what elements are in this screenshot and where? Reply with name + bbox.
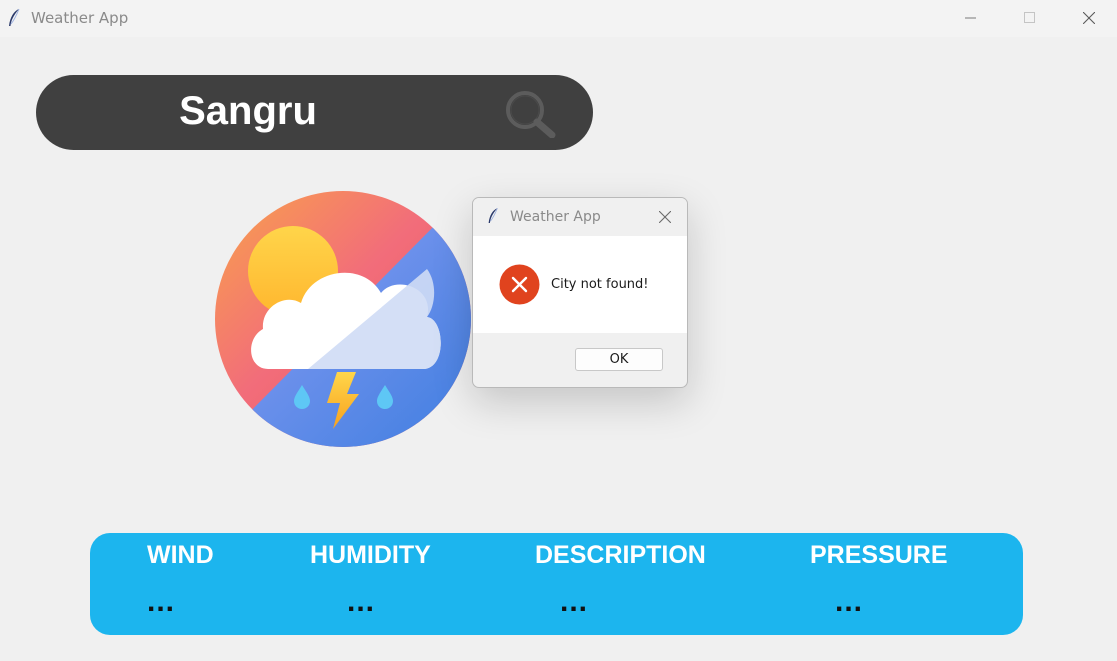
humidity-value: ... — [347, 585, 376, 618]
window-titlebar: Weather App — [0, 0, 1117, 37]
minimize-icon — [965, 17, 976, 19]
feather-icon — [9, 8, 20, 26]
dialog-body: City not found! — [473, 236, 687, 333]
thunderstorm-icon — [215, 191, 471, 447]
window-title: Weather App — [31, 9, 129, 27]
close-icon — [659, 211, 671, 223]
wind-label: WIND — [147, 541, 214, 569]
error-icon — [499, 264, 540, 305]
dialog-title: Weather App — [510, 209, 601, 225]
minimize-button[interactable] — [948, 0, 994, 37]
dialog-close-button[interactable] — [653, 206, 677, 228]
feather-icon — [488, 207, 498, 223]
search-bar: Sangru — [36, 75, 593, 150]
dialog-message: City not found! — [551, 277, 649, 292]
close-icon — [1083, 12, 1095, 24]
humidity-label: HUMIDITY — [310, 541, 431, 569]
description-label: DESCRIPTION — [535, 541, 706, 569]
weather-info-panel: WIND HUMIDITY DESCRIPTION PRESSURE ... .… — [90, 533, 1023, 635]
pressure-label: PRESSURE — [810, 541, 948, 569]
wind-value: ... — [147, 585, 176, 618]
close-button[interactable] — [1066, 0, 1112, 37]
description-value: ... — [560, 585, 589, 618]
ok-button[interactable]: OK — [575, 348, 663, 371]
pressure-value: ... — [835, 585, 864, 618]
maximize-icon — [1024, 12, 1035, 23]
dialog-titlebar: Weather App — [473, 198, 687, 236]
error-dialog: Weather App City not found! OK — [472, 197, 688, 388]
maximize-button[interactable] — [1007, 0, 1053, 37]
search-icon[interactable] — [504, 90, 558, 138]
search-input[interactable]: Sangru — [36, 89, 460, 134]
